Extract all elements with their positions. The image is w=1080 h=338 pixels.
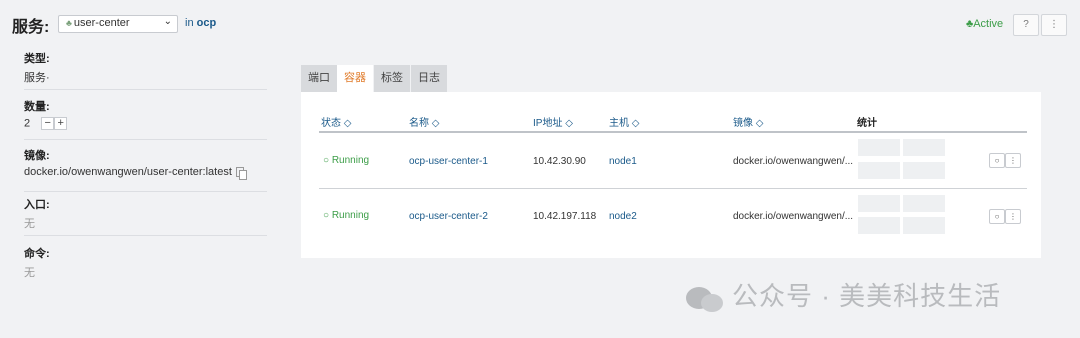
type-label: 类型: bbox=[24, 53, 50, 65]
row-host-link[interactable]: node1 bbox=[609, 156, 637, 167]
copy-icon[interactable] bbox=[235, 167, 247, 181]
namespace-info: in ocp bbox=[185, 17, 216, 29]
watermark-text: 公众号 · 美美科技生活 bbox=[732, 281, 1002, 311]
scale-row: 2 − + bbox=[24, 117, 267, 130]
row-host-link[interactable]: node2 bbox=[609, 211, 637, 222]
row-restart-button[interactable]: ○ bbox=[989, 209, 1005, 224]
row-name-link[interactable]: ocp-user-center-1 bbox=[409, 156, 488, 167]
running-status-icon: ○ bbox=[323, 210, 330, 221]
column-header-host[interactable]: 主机 ◇ bbox=[609, 114, 639, 129]
column-header-state[interactable]: 状态 ◇ bbox=[321, 114, 351, 129]
image-row: docker.io/owenwangwen/user-center:latest bbox=[24, 166, 267, 181]
question-icon: ? bbox=[1023, 19, 1029, 30]
scale-field: 数量: 2 − + bbox=[24, 98, 267, 140]
tab-containers[interactable]: 容器 bbox=[337, 65, 373, 92]
row-state-text: Running bbox=[331, 210, 370, 221]
column-header-image[interactable]: 镜像 ◇ bbox=[733, 114, 763, 129]
stat-sparkline bbox=[903, 217, 945, 234]
status-badge: ♣Active bbox=[966, 18, 1003, 30]
row-state: ○ Running bbox=[323, 155, 369, 166]
kebab-menu-icon: ⋮ bbox=[1009, 156, 1017, 165]
scale-decrement-button[interactable]: − bbox=[41, 117, 55, 130]
tab-logs[interactable]: 日志 bbox=[411, 65, 447, 92]
scale-label: 数量: bbox=[24, 101, 50, 113]
row-restart-button[interactable]: ○ bbox=[989, 153, 1005, 168]
command-value: 无 bbox=[24, 267, 35, 279]
service-select[interactable]: ♣ user-center ⌄ bbox=[58, 15, 178, 33]
row-state: ○ Running bbox=[323, 210, 369, 221]
command-label: 命令: bbox=[24, 248, 50, 260]
header-divider bbox=[319, 131, 1027, 133]
entry-field: 入口: 无 bbox=[24, 196, 267, 236]
top-bar: 服务: ♣ user-center ⌄ in ocp ♣Active ? ⋮ bbox=[0, 0, 1080, 46]
row-ip: 10.42.30.90 bbox=[533, 156, 586, 167]
wechat-icon bbox=[686, 283, 726, 313]
image-field: 镜像: docker.io/owenwangwen/user-center:la… bbox=[24, 147, 267, 192]
column-header-ip[interactable]: IP地址 ◇ bbox=[533, 114, 573, 129]
scale-increment-button[interactable]: + bbox=[54, 117, 68, 130]
watermark: 公众号 · 美美科技生活 bbox=[686, 276, 1001, 313]
row-image: docker.io/owenwangwen/... bbox=[733, 211, 854, 222]
entry-value: 无 bbox=[24, 218, 35, 230]
image-value: docker.io/owenwangwen/user-center:latest bbox=[24, 166, 232, 178]
type-field: 类型: 服务· bbox=[24, 50, 267, 90]
kebab-menu-icon: ⋮ bbox=[1049, 19, 1059, 30]
type-value: 服务· bbox=[24, 72, 50, 84]
row-ip: 10.42.197.118 bbox=[533, 211, 597, 222]
image-label: 镜像: bbox=[24, 150, 50, 162]
chevron-down-icon: ⌄ bbox=[163, 16, 172, 27]
help-button[interactable]: ? bbox=[1013, 14, 1039, 36]
stat-sparkline bbox=[903, 139, 945, 156]
row-name-link[interactable]: ocp-user-center-2 bbox=[409, 211, 488, 222]
stat-sparkline bbox=[903, 195, 945, 212]
namespace-prefix: in bbox=[185, 17, 194, 29]
kebab-menu-icon: ⋮ bbox=[1009, 212, 1017, 221]
row-divider bbox=[319, 188, 1027, 189]
tab-ports[interactable]: 端口 bbox=[301, 65, 337, 92]
scale-stepper: − + bbox=[41, 117, 68, 130]
stat-sparkline bbox=[858, 217, 900, 234]
row-menu-button[interactable]: ⋮ bbox=[1005, 209, 1021, 224]
command-field: 命令: 无 bbox=[24, 245, 267, 283]
service-select-value: user-center bbox=[73, 17, 130, 29]
page-title: 服务: bbox=[12, 19, 50, 36]
containers-panel: 状态 ◇ 名称 ◇ IP地址 ◇ 主机 ◇ 镜像 ◇ 统计 ○ Running … bbox=[301, 92, 1041, 258]
namespace-link[interactable]: ocp bbox=[197, 17, 217, 29]
row-state-text: Running bbox=[331, 155, 370, 166]
refresh-icon: ○ bbox=[994, 156, 1000, 165]
running-status-icon: ○ bbox=[323, 155, 330, 166]
scale-value: 2 bbox=[24, 117, 31, 130]
stat-sparkline bbox=[858, 195, 900, 212]
stat-sparkline bbox=[903, 162, 945, 179]
tab-labels[interactable]: 标签 bbox=[374, 65, 410, 92]
stat-sparkline bbox=[858, 162, 900, 179]
more-actions-button[interactable]: ⋮ bbox=[1041, 14, 1067, 36]
row-menu-button[interactable]: ⋮ bbox=[1005, 153, 1021, 168]
column-header-name[interactable]: 名称 ◇ bbox=[409, 114, 439, 129]
entry-label: 入口: bbox=[24, 199, 50, 211]
column-header-stats: 统计 bbox=[857, 118, 877, 129]
service-icon: ♣ bbox=[66, 18, 72, 28]
stat-sparkline bbox=[858, 139, 900, 156]
status-text: Active bbox=[973, 18, 1004, 30]
row-image: docker.io/owenwangwen/... bbox=[733, 156, 854, 167]
refresh-icon: ○ bbox=[994, 212, 1000, 221]
